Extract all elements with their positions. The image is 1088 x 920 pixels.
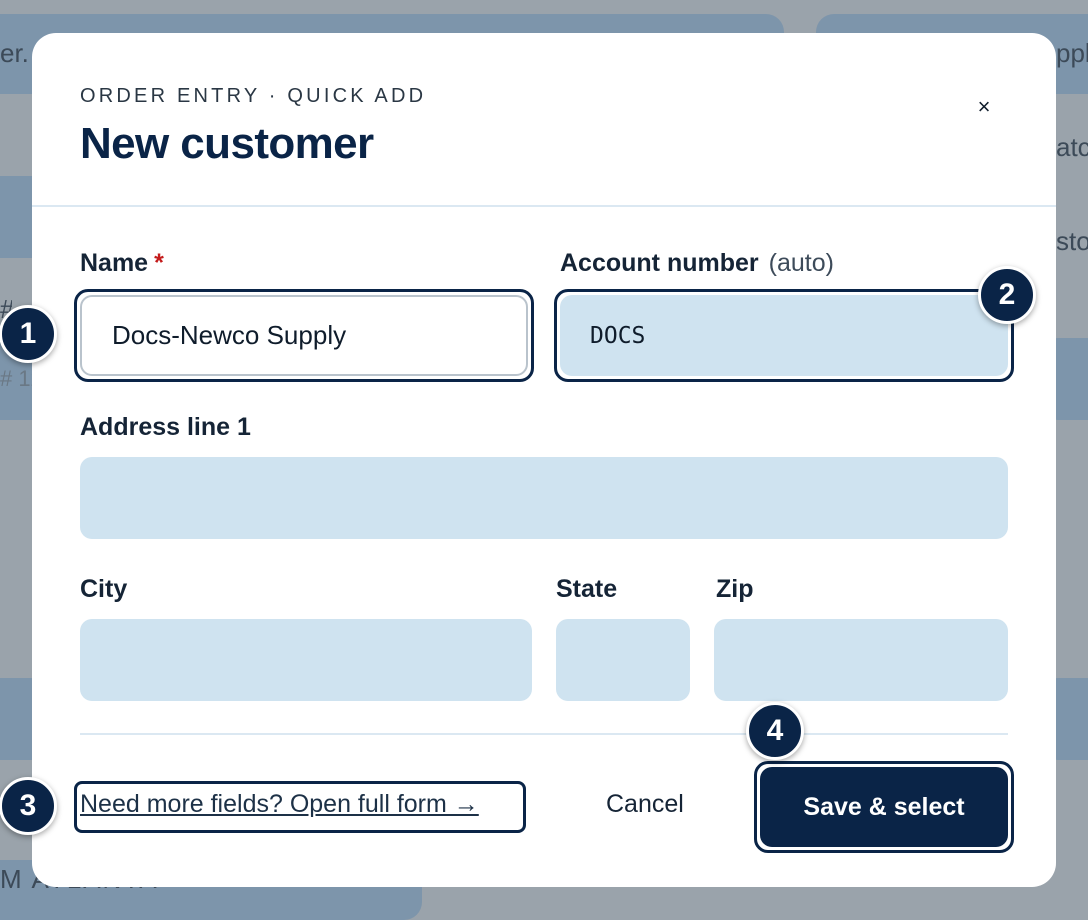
cancel-button[interactable]: Cancel xyxy=(606,790,684,819)
state-label: State xyxy=(556,575,618,603)
background-text: sto xyxy=(1056,226,1088,256)
background-text: atc xyxy=(1056,132,1088,162)
callout-badge-1: 1 xyxy=(0,305,57,363)
callout-badge-2: 2 xyxy=(978,266,1036,324)
address-line1-label: Address line 1 xyxy=(80,413,251,441)
city-label: City xyxy=(80,575,128,603)
save-and-select-button[interactable]: Save & select xyxy=(760,767,1008,847)
callout-badge-4: 4 xyxy=(746,702,804,760)
address-line1-input[interactable] xyxy=(80,457,1008,539)
close-icon[interactable]: × xyxy=(970,93,998,121)
callout-badge-3: 3 xyxy=(0,777,57,835)
city-input[interactable] xyxy=(80,619,532,701)
dialog-title: New customer xyxy=(80,119,374,168)
dialog-eyebrow: ORDER ENTRY · QUICK ADD xyxy=(80,85,427,107)
footer-divider xyxy=(80,733,1008,735)
required-marker: * xyxy=(154,249,164,277)
new-customer-dialog: ORDER ENTRY · QUICK ADD New customer × N… xyxy=(32,33,1056,887)
header-divider xyxy=(32,205,1056,207)
zip-label: Zip xyxy=(716,575,754,603)
name-input[interactable] xyxy=(80,295,528,376)
state-input[interactable] xyxy=(556,619,690,701)
account-number-hint: (auto) xyxy=(768,249,834,277)
account-number-label-text: Account number xyxy=(560,249,759,277)
background-text: er. xyxy=(0,38,29,68)
account-number-input[interactable] xyxy=(560,295,1008,376)
name-label-text: Name xyxy=(80,249,149,277)
zip-input[interactable] xyxy=(714,619,1008,701)
background-text: # 12 xyxy=(0,366,32,391)
open-full-form-link[interactable]: Need more fields? Open full form → xyxy=(80,790,479,819)
account-number-label: Account number (auto) xyxy=(560,249,834,278)
background-text: pply xyxy=(1056,38,1088,68)
name-label: Name * xyxy=(80,249,164,278)
